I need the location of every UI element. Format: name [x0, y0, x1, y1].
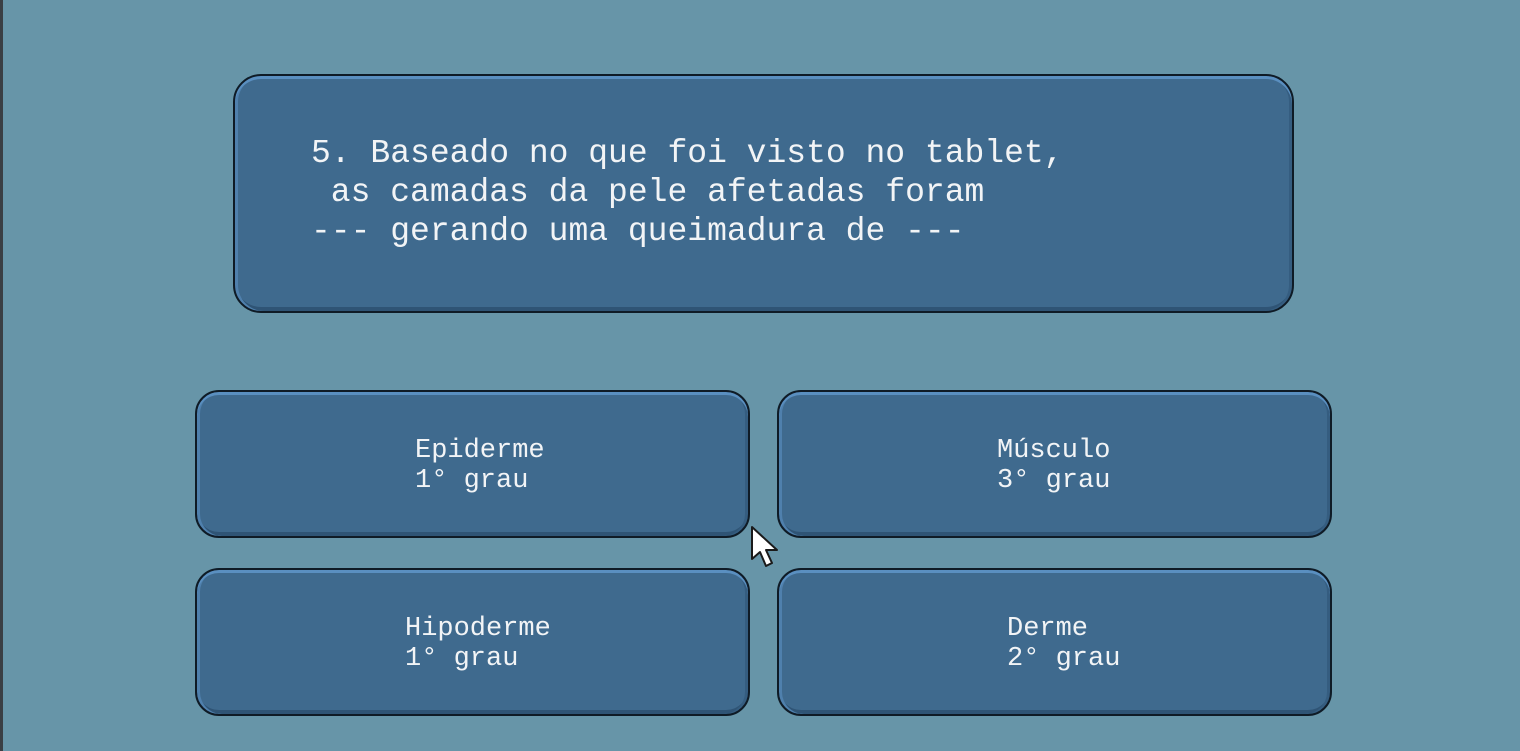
- window-left-edge: [0, 0, 3, 751]
- answer-button-musculo[interactable]: Músculo 3° grau: [777, 390, 1332, 538]
- answer-label: Derme 2° grau: [1007, 614, 1121, 674]
- answer-button-epiderme[interactable]: Epiderme 1° grau: [195, 390, 750, 538]
- answer-label: Músculo 3° grau: [997, 436, 1111, 496]
- question-text: 5. Baseado no que foi visto no tablet, a…: [311, 135, 1064, 250]
- answer-button-hipoderme[interactable]: Hipoderme 1° grau: [195, 568, 750, 716]
- mouse-pointer-icon: [751, 526, 778, 567]
- answer-label: Epiderme 1° grau: [415, 436, 545, 496]
- question-panel: 5. Baseado no que foi visto no tablet, a…: [233, 74, 1294, 313]
- answer-label: Hipoderme 1° grau: [405, 614, 551, 674]
- answer-button-derme[interactable]: Derme 2° grau: [777, 568, 1332, 716]
